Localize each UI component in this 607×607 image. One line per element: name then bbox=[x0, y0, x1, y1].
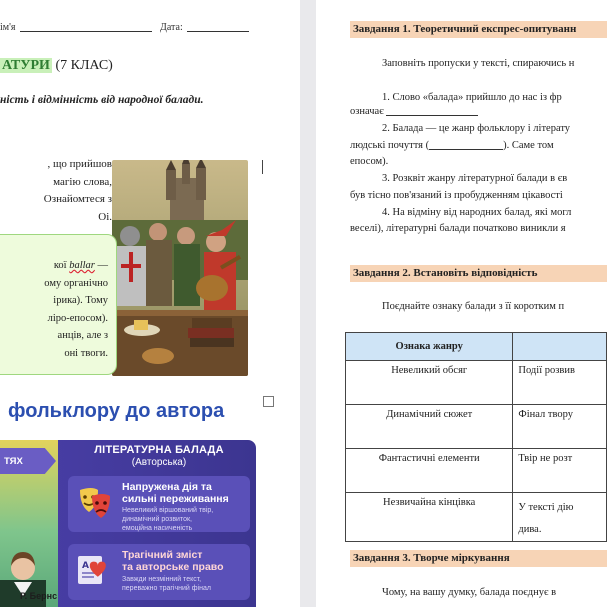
name-date-line: ім'я Дата: bbox=[0, 22, 255, 33]
table-cell: Події розвив bbox=[512, 360, 607, 405]
right-page: Завдання 1. Теоретичний експрес-опитуван… bbox=[316, 0, 607, 607]
task1-item: 2. Балада — це жанр фольклору і літерату bbox=[382, 123, 571, 134]
table-cell: Фантастичні елементи bbox=[344, 448, 514, 493]
checkbox[interactable] bbox=[263, 396, 274, 407]
card-description: Невеликий віршований твір, динамічний ро… bbox=[122, 507, 214, 532]
box-line: оні твоги. bbox=[64, 347, 108, 359]
column-title: ЛІТЕРАТУРНА БАЛАДА bbox=[94, 444, 224, 456]
column-subtitle: (Авторська) bbox=[131, 457, 187, 468]
table-row[interactable]: Фантастичні елементи Твір не розт bbox=[344, 448, 607, 493]
name-blank[interactable] bbox=[19, 22, 152, 32]
feature-card: Напружена дія та сильні переживання Неве… bbox=[68, 476, 250, 532]
date-blank[interactable] bbox=[186, 22, 249, 32]
table-header: Ознака жанру bbox=[344, 332, 514, 361]
table-header-row: Ознака жанру bbox=[344, 332, 607, 361]
box-line: анців, але з bbox=[57, 330, 108, 341]
task2-instruction: Поєднайте ознаку балади з її коротким п bbox=[382, 301, 565, 312]
literary-ballad-header: ЛІТЕРАТУРНА БАЛАДА (Авторська) bbox=[70, 444, 248, 468]
text-cursor bbox=[262, 160, 263, 174]
definition-box: кої ballar — ому органічно ірика). Тому … bbox=[0, 234, 117, 375]
ballad-illustration[interactable] bbox=[112, 160, 248, 376]
card-title: Трагічний зміст та авторське право bbox=[122, 549, 224, 573]
intro-line: Ознайомтеся з bbox=[43, 193, 112, 205]
task3-heading: Завдання 3. Творче міркування bbox=[350, 550, 607, 567]
answer-blank[interactable] bbox=[429, 140, 504, 150]
table-row[interactable]: Невеликий обсяг Події розвив bbox=[344, 360, 607, 405]
table-row[interactable]: Динамічний сюжет Фінал твору bbox=[344, 404, 607, 449]
intro-line: магію слова, bbox=[53, 175, 112, 188]
intro-paragraph: , що прийшов магію слова, Ознайомтеся з … bbox=[0, 156, 112, 226]
title-highlight: АТУРИ bbox=[0, 58, 52, 73]
table-cell: Незвичайна кінцівка bbox=[344, 492, 514, 542]
task1-item: 3. Розквіт жанру літературної балади в є… bbox=[382, 173, 568, 184]
task1-item-cont: означає bbox=[350, 105, 479, 118]
worksheet-title: АТУРИ (7 КЛАС) bbox=[0, 58, 113, 74]
card-title: Напружена дія та сильні переживання bbox=[122, 481, 229, 505]
worksheet-subtitle: ність і відмінність від народної балади. bbox=[0, 94, 204, 106]
task1-item-cont: веселі), літературні балади початково ви… bbox=[350, 223, 566, 234]
ballad-infographic[interactable]: ТЯХ ЛІТЕРАТУРНА БАЛАДА (Авторська) Напру… bbox=[0, 440, 256, 607]
box-line: ому органічно bbox=[44, 277, 108, 289]
table-cell: Фінал твору bbox=[512, 404, 607, 449]
task1-item-cont: епосом). bbox=[350, 156, 389, 167]
task1-item: 4. На відміну від народних балад, які мо… bbox=[382, 207, 572, 218]
table-row[interactable]: Незвичайна кінцівка У тексті дію дива. bbox=[344, 492, 607, 542]
box-line: ірика). Тому bbox=[53, 295, 108, 306]
table-cell-overflow: дива. bbox=[518, 524, 542, 535]
box-line: ліро-епосом). bbox=[47, 312, 108, 324]
theater-masks-icon bbox=[80, 488, 110, 518]
left-page: ім'я Дата: АТУРИ (7 КЛАС) ність і відмін… bbox=[0, 0, 300, 607]
folk-ballad-tab: ТЯХ bbox=[0, 448, 56, 474]
task1-item-cont: був тісно пов'язаний із пробудженням цік… bbox=[350, 190, 563, 201]
task3-text: Чому, на вашу думку, балада поєднує в bbox=[382, 587, 557, 598]
intro-line: Оі. bbox=[98, 210, 112, 223]
book-heart-icon: A bbox=[78, 556, 106, 584]
table-cell: Твір не розт bbox=[512, 448, 607, 493]
table-cell: У тексті дію дива. bbox=[512, 492, 607, 542]
svg-text:A: A bbox=[82, 561, 89, 571]
card-description: Завжди незмінний текст, переважно трагіч… bbox=[122, 576, 211, 592]
date-label: Дата: bbox=[160, 22, 183, 33]
feature-card: A Трагічний зміст та авторське право Зав… bbox=[68, 544, 250, 600]
task2-heading: Завдання 2. Встановіть відповідність bbox=[350, 265, 607, 282]
name-label: ім'я bbox=[0, 22, 16, 33]
task1-item-cont: людські почуття (). Саме том bbox=[350, 140, 554, 151]
section-heading: фольклору до автора bbox=[8, 400, 225, 422]
task1-instruction: Заповніть пропуски у тексті, спираючись … bbox=[382, 58, 575, 69]
task1-item: 1. Слово «балада» прийшло до нас із фр bbox=[382, 92, 562, 103]
table-cell: Невеликий обсяг bbox=[344, 360, 514, 405]
answer-blank[interactable] bbox=[386, 106, 479, 116]
foreign-word: ballar bbox=[69, 260, 95, 271]
matching-table: Ознака жанру Невеликий обсяг Події розви… bbox=[344, 332, 607, 542]
minstrels-painting-icon bbox=[112, 160, 248, 376]
box-line: кої ballar — bbox=[53, 260, 108, 271]
intro-line: , що прийшов bbox=[47, 158, 112, 170]
table-cell: Динамічний сюжет bbox=[344, 404, 514, 449]
portrait-caption: Р. Бернс bbox=[20, 591, 58, 601]
title-rest: (7 КЛАС) bbox=[51, 58, 113, 73]
task1-heading: Завдання 1. Теоретичний експрес-опитуван… bbox=[350, 21, 607, 38]
table-header bbox=[512, 332, 607, 361]
